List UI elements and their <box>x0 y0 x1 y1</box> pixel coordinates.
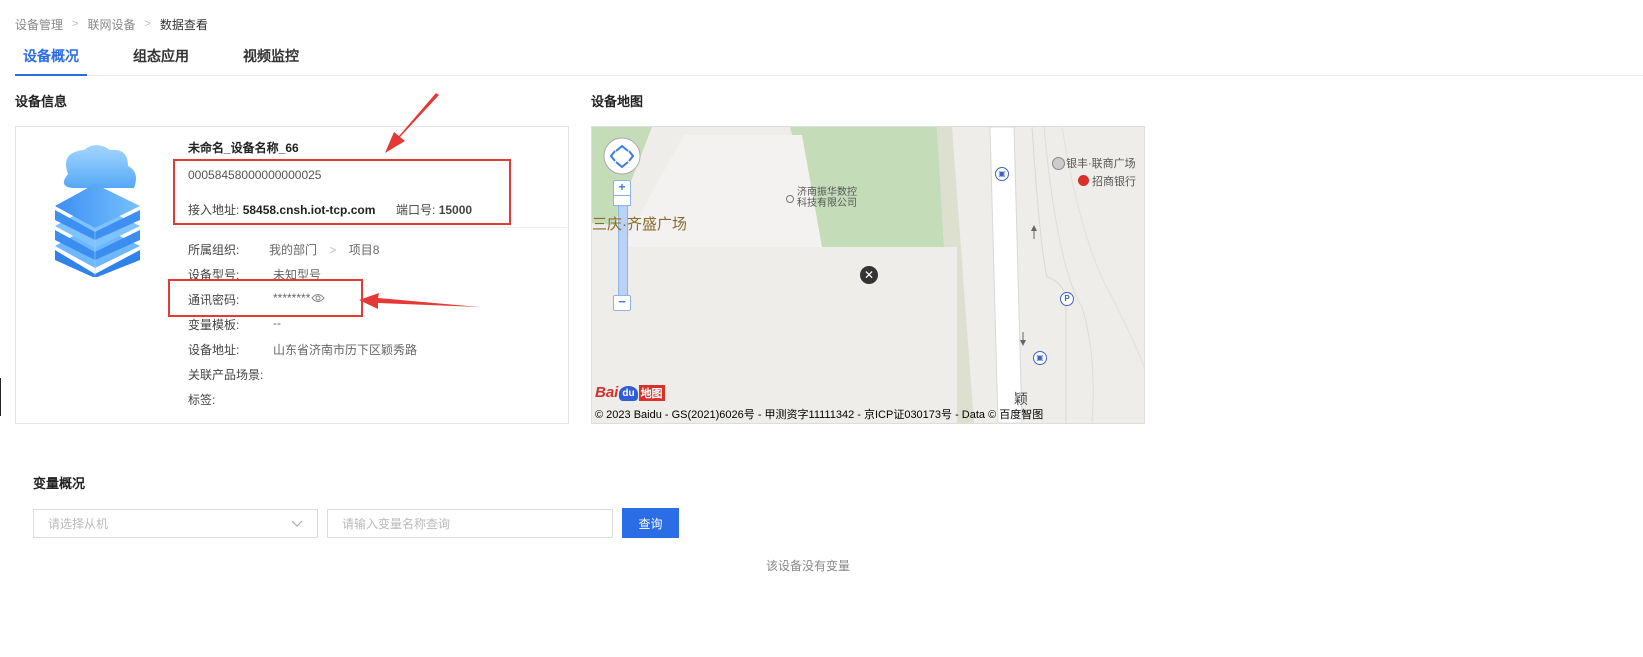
chevron-down-icon <box>291 517 303 531</box>
breadcrumb-item-device-management[interactable]: 设备管理 <box>15 16 63 33</box>
eye-icon[interactable] <box>311 292 325 304</box>
logo-text-du: du <box>619 386 638 401</box>
logo-text-bai: Bai <box>595 384 619 401</box>
tab-device-overview[interactable]: 设备概况 <box>15 44 87 76</box>
scene-label: 关联产品场景: <box>188 368 264 382</box>
device-info-title: 设备信息 <box>15 94 68 109</box>
password-label: 通讯密码: <box>188 293 240 307</box>
zoom-in-icon[interactable]: + <box>613 180 631 196</box>
device-map[interactable]: + − 济南振华数控 科技有限公司 三庆·齐盛广场 ✕ ▣ ▣ P 银丰·联商广… <box>591 126 1145 424</box>
access-address: 接入地址: 58458.cnsh.iot-tcp.com <box>188 201 375 218</box>
template-value: -- <box>273 316 281 330</box>
poi-bank-label[interactable]: 招商银行 <box>1092 173 1136 189</box>
query-button[interactable]: 查询 <box>622 508 679 538</box>
baidu-map-logo: Bai du 地图 <box>595 379 665 401</box>
cloud-server-icon <box>50 142 145 278</box>
chevron-right-icon: > <box>329 243 337 257</box>
port: 端口号: 15000 <box>396 201 472 218</box>
zoom-slider-track[interactable] <box>618 189 628 307</box>
bus-stop-icon: ▣ <box>995 167 1009 181</box>
map-copyright: © 2023 Baidu - GS(2021)6026号 - 甲测资字11111… <box>595 409 1044 421</box>
breadcrumb: 设备管理 > 联网设备 > 数据查看 <box>15 15 208 33</box>
device-map-title: 设备地图 <box>591 94 644 109</box>
variables-title: 变量概况 <box>33 476 86 491</box>
poi-label-line1: 济南振华数控 <box>797 187 857 198</box>
chevron-right-icon: > <box>72 18 79 30</box>
port-value: 15000 <box>438 203 473 217</box>
breadcrumb-item-networked-devices[interactable]: 联网设备 <box>87 16 135 33</box>
empty-state-text: 该设备没有变量 <box>766 559 851 573</box>
variable-search-input[interactable] <box>327 509 613 538</box>
port-label: 端口号: <box>396 203 436 217</box>
access-address-value: 58458.cnsh.iot-tcp.com <box>242 203 376 217</box>
pan-control-icon[interactable] <box>603 137 641 175</box>
address-value: 山东省济南市历下区颖秀路 <box>273 343 418 357</box>
logo-text-map: 地图 <box>638 385 665 401</box>
card-divider <box>173 227 567 228</box>
bus-stop-icon: ▣ <box>1033 351 1047 365</box>
poi-dot-icon <box>786 195 794 203</box>
zoom-slider-handle[interactable] <box>613 195 631 206</box>
device-name: 未命名_设备名称_66 <box>188 141 299 155</box>
window-edge-divider <box>0 378 1 416</box>
zoom-out-icon[interactable]: − <box>613 295 631 311</box>
tab-config-app[interactable]: 组态应用 <box>125 44 197 75</box>
password-value: ******** <box>273 291 311 305</box>
plaza-label: 三庆·齐盛广场 <box>592 216 687 233</box>
template-label: 变量模板: <box>188 318 240 332</box>
tag-label: 标签: <box>188 393 216 407</box>
poi-mall-label[interactable]: 银丰·联商广场 <box>1066 155 1136 171</box>
org-department: 我的部门 <box>269 243 318 257</box>
tab-video-monitoring[interactable]: 视频监控 <box>235 44 307 75</box>
parking-icon: P <box>1060 292 1074 306</box>
slave-select-placeholder: 请选择从机 <box>48 517 109 531</box>
org-path: 我的部门 > 项目8 <box>269 241 379 258</box>
access-address-label: 接入地址: <box>188 203 240 217</box>
poi-label-line2: 科技有限公司 <box>797 198 857 209</box>
org-label: 所属组织: <box>188 243 240 257</box>
poi-label[interactable]: 济南振华数控 科技有限公司 <box>797 187 857 209</box>
tab-bar: 设备概况 组态应用 视频监控 <box>15 44 1643 76</box>
breadcrumb-item-data-view: 数据查看 <box>159 17 208 32</box>
slave-select[interactable]: 请选择从机 <box>33 509 318 538</box>
org-project: 项目8 <box>348 243 380 257</box>
device-id: 00058458000000000025 <box>188 168 322 182</box>
chevron-right-icon: > <box>144 18 151 30</box>
shop-icon <box>1052 157 1065 170</box>
address-label: 设备地址: <box>188 343 240 357</box>
bank-icon <box>1078 175 1089 186</box>
close-icon[interactable]: ✕ <box>860 266 878 284</box>
